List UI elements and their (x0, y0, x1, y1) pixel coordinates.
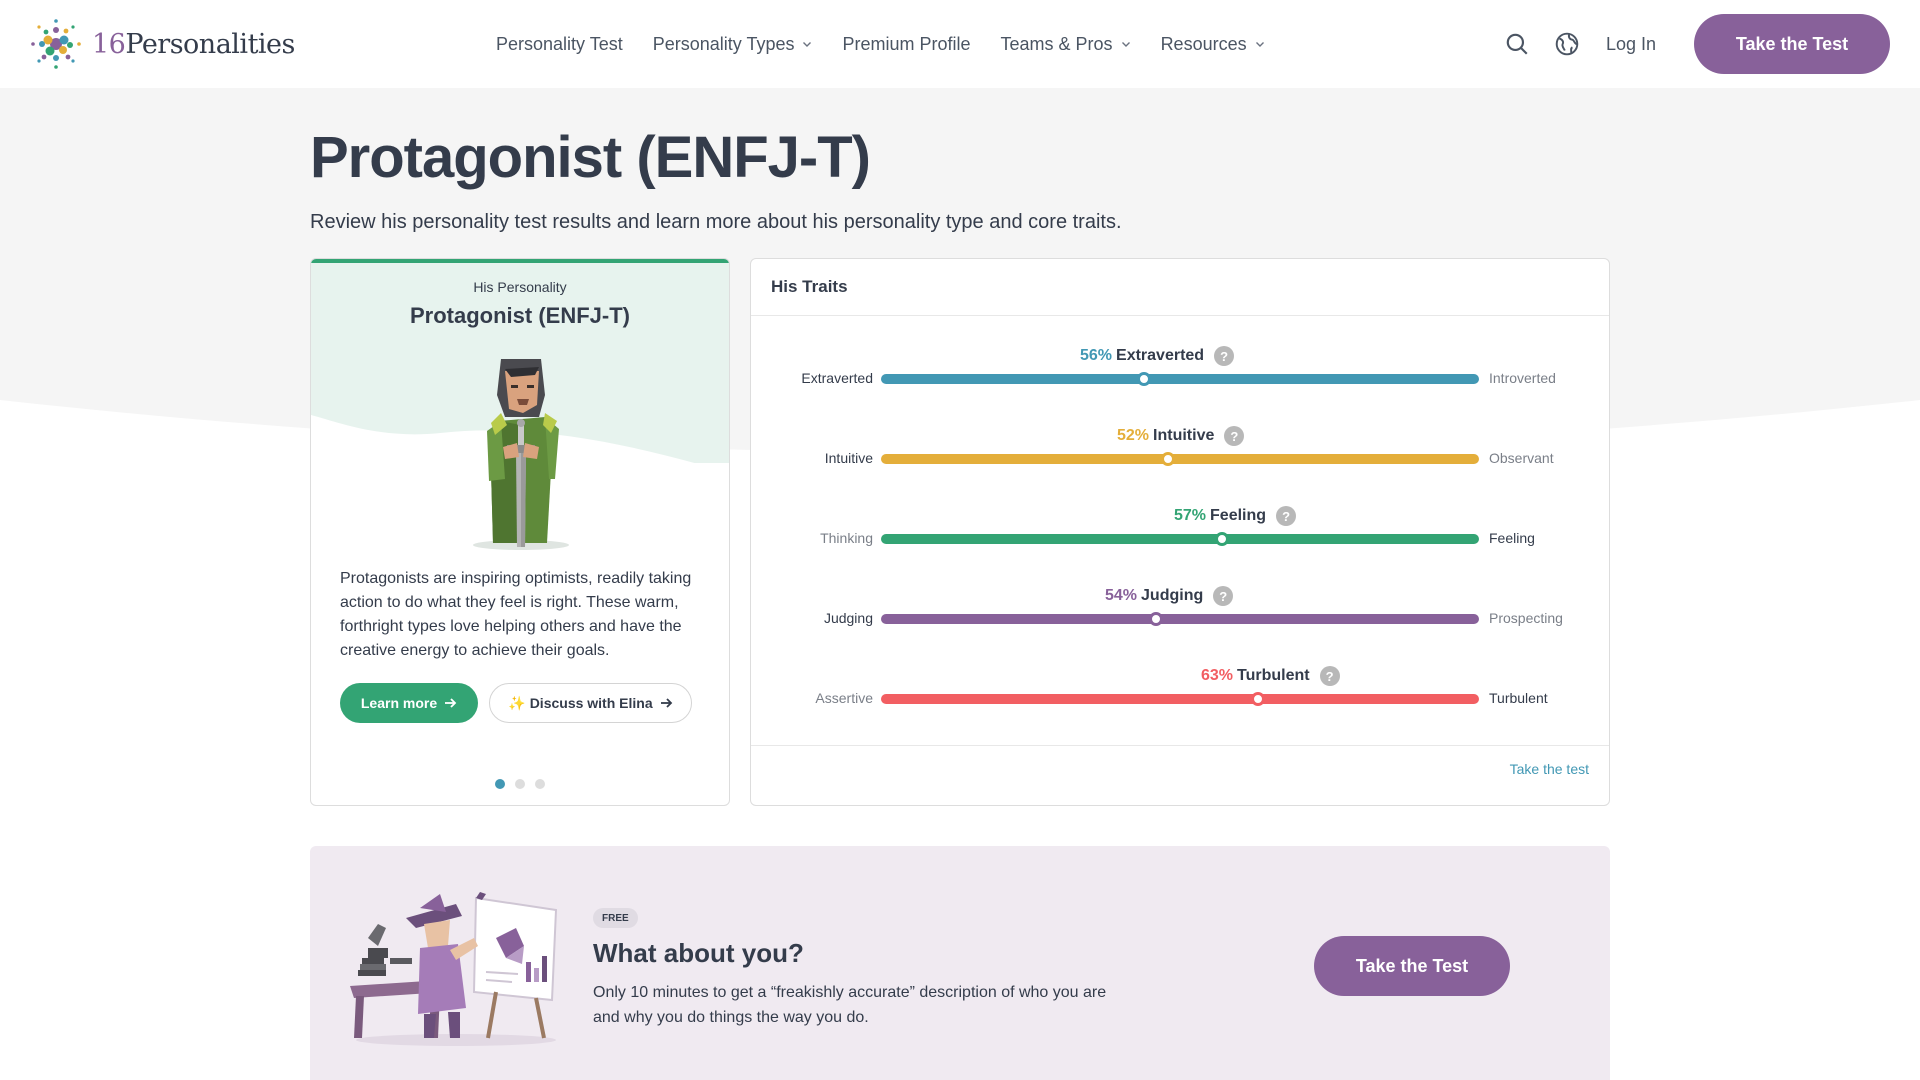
page-subtitle: Review his personality test results and … (310, 211, 1122, 233)
nav-item-resources[interactable]: Resources (1161, 34, 1265, 55)
nav-item-label: Teams & Pros (1000, 33, 1113, 54)
personality-description: Protagonists are inspiring optimists, re… (340, 570, 692, 659)
cta-take-test-button[interactable]: Take the Test (1314, 936, 1510, 996)
trait-row-intuitive: 52% Intuitive? Intuitive Observant (751, 425, 1611, 485)
divider (751, 315, 1609, 316)
card-title: Protagonist (ENFJ-T) (410, 303, 630, 328)
trait-right-label: Feeling (1489, 530, 1535, 546)
carousel-dot[interactable] (495, 779, 505, 789)
trait-right-label: Turbulent (1489, 690, 1548, 706)
nav-item-personality-types[interactable]: Personality Types (653, 34, 813, 55)
trait-bar[interactable] (881, 694, 1479, 704)
learn-more-label: Learn more (360, 695, 438, 711)
help-icon[interactable]: ? (1213, 586, 1234, 606)
trait-marker (1250, 692, 1265, 706)
trait-left-label: Intuitive (824, 450, 873, 466)
carousel-dot[interactable] (535, 779, 545, 789)
trait-heading: 54% Judging? (1105, 585, 1234, 607)
nav-item-personality-test[interactable]: Personality Test (496, 34, 623, 55)
login-link[interactable]: Log In (1606, 34, 1656, 55)
free-badge: FREE (593, 908, 638, 928)
take-the-test-link[interactable]: Take the test (1510, 761, 1589, 777)
nav-item-label: Premium Profile (842, 33, 971, 54)
site-header: 16Personalities Personality Test Personal… (0, 0, 1920, 88)
help-icon[interactable]: ? (1319, 666, 1340, 686)
protagonist-avatar-image (473, 359, 569, 550)
trait-left-label: Judging (823, 610, 873, 626)
logo-wordmark: 16Personalities (92, 28, 295, 60)
carousel-dots (311, 779, 729, 789)
nav-item-premium-profile[interactable]: Premium Profile (842, 34, 970, 55)
analyst-illustration (350, 892, 558, 1046)
logo-icon (31, 19, 81, 69)
trait-name: Feeling (1210, 507, 1267, 524)
nav-item-teams-pros[interactable]: Teams & Pros (1001, 34, 1131, 55)
trait-left-label: Extraverted (801, 370, 873, 386)
trait-bar[interactable] (881, 454, 1479, 464)
help-icon[interactable]: ? (1224, 426, 1245, 446)
help-icon[interactable]: ? (1276, 506, 1297, 526)
trait-name: Intuitive (1153, 427, 1215, 444)
main-nav: Personality Test Personality Types Premium… (496, 0, 1265, 88)
trait-name: Turbulent (1237, 667, 1310, 684)
trait-row-turbulent: 63% Turbulent? Assertive Turbulent (751, 665, 1611, 725)
trait-percent: 63% (1201, 667, 1234, 684)
trait-name: Judging (1141, 587, 1204, 604)
cta-description: Only 10 minutes to get a “freakishly acc… (593, 984, 1107, 1026)
trait-name: Extraverted (1116, 347, 1205, 364)
trait-right-label: Observant (1489, 450, 1554, 466)
trait-percent: 57% (1174, 507, 1207, 524)
nav-item-label: Resources (1160, 33, 1247, 54)
trait-percent: 52% (1117, 427, 1150, 444)
arrow-right-icon (445, 698, 457, 708)
trait-right-label: Prospecting (1489, 610, 1563, 626)
chevron-down-icon (1255, 42, 1264, 47)
site-logo[interactable]: 16Personalities (28, 16, 295, 72)
trait-marker (1149, 612, 1164, 626)
globe-icon[interactable] (1554, 31, 1580, 57)
carousel-dot[interactable] (515, 779, 525, 789)
trait-marker (1214, 532, 1229, 546)
nav-item-label: Personality Test (496, 33, 623, 54)
chevron-down-icon (803, 42, 812, 47)
trait-row-extraverted: 56% Extraverted? Extraverted Introverted (751, 345, 1611, 405)
divider (751, 745, 1609, 746)
card-label: His Personality (473, 279, 567, 295)
search-icon[interactable] (1504, 31, 1530, 57)
trait-heading: 57% Feeling? (1174, 505, 1297, 527)
trait-heading: 56% Extraverted? (1080, 345, 1235, 367)
learn-more-button[interactable]: Learn more (340, 683, 478, 723)
trait-marker (1161, 452, 1176, 466)
traits-card: His Traits 56% Extraverted? Extraverted Int… (750, 258, 1610, 806)
help-icon[interactable]: ? (1214, 346, 1235, 366)
header-actions: Log In Take the Test (1504, 14, 1890, 74)
trait-bar[interactable] (881, 374, 1479, 384)
trait-row-feeling: 57% Feeling? Thinking Feeling (751, 505, 1611, 565)
trait-percent: 56% (1080, 347, 1113, 364)
nav-item-label: Personality Types (652, 33, 795, 54)
page-title: Protagonist (ENFJ-T) (310, 125, 871, 190)
discuss-label: ✨ Discuss with Elina (508, 694, 653, 711)
traits-title: His Traits (771, 277, 848, 296)
trait-bar[interactable] (881, 534, 1479, 544)
trait-percent: 54% (1105, 587, 1138, 604)
trait-right-label: Introverted (1489, 370, 1556, 386)
arrow-right-icon (660, 698, 672, 708)
trait-left-label: Assertive (815, 690, 873, 706)
cta-banner: FREE What about you? Only 10 minutes to … (310, 846, 1610, 1080)
trait-row-judging: 54% Judging? Judging Prospecting (751, 585, 1611, 645)
trait-bar[interactable] (881, 614, 1479, 624)
trait-left-label: Thinking (820, 530, 873, 546)
header-take-test-button[interactable]: Take the Test (1694, 14, 1890, 74)
cta-title: What about you? (593, 938, 804, 968)
trait-heading: 63% Turbulent? (1201, 665, 1340, 687)
personality-card: His Personality Protagonist (ENFJ-T) Pro… (310, 258, 730, 806)
trait-marker (1137, 372, 1152, 386)
discuss-with-elina-button[interactable]: ✨ Discuss with Elina (489, 683, 692, 723)
trait-heading: 52% Intuitive? (1117, 425, 1245, 447)
chevron-down-icon (1121, 42, 1130, 47)
